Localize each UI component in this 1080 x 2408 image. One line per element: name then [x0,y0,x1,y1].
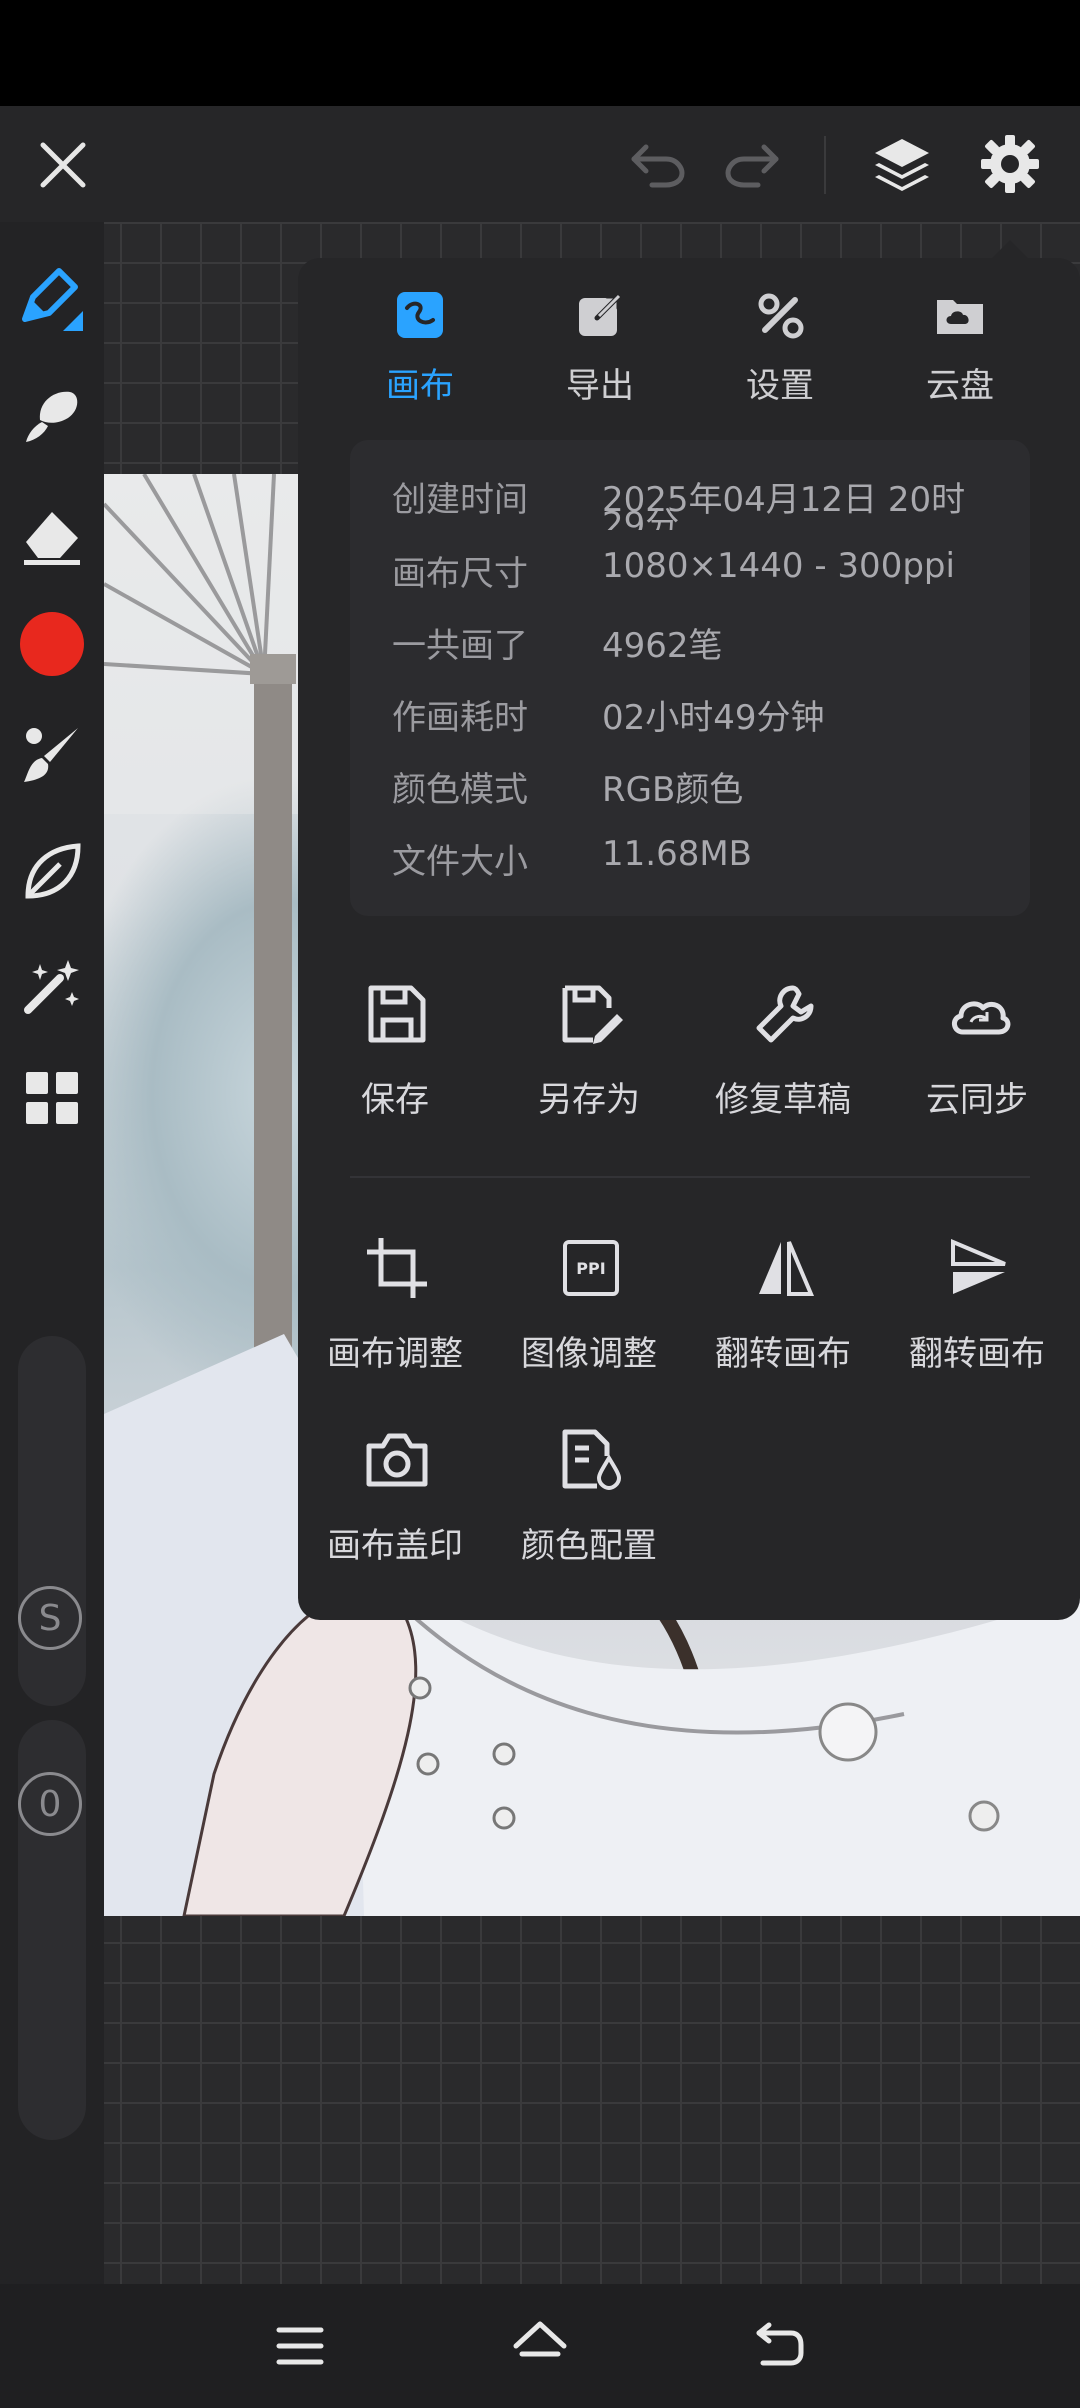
leaf-icon[interactable] [16,836,88,908]
info-key: 作画耗时 [392,698,528,738]
cloud-sync-button[interactable]: 云同步 [882,982,1072,1120]
system-nav-bar [0,2284,1080,2408]
info-value: 4962笔 [602,626,723,666]
brush-size-label: S [38,1597,62,1639]
save-as-icon [559,982,623,1046]
canvas-stamp-button[interactable]: 画布盖印 [300,1428,490,1566]
flip-horizontal-icon [753,1236,817,1300]
menu-divider [350,1176,1030,1178]
flip-canvas-horizontal-button[interactable]: 翻转画布 [688,1236,878,1374]
save-as-button[interactable]: 另存为 [494,982,684,1120]
flip-vertical-label: 翻转画布 [909,1334,1045,1374]
info-key: 画布尺寸 [392,554,528,594]
eraser-icon[interactable] [16,498,88,570]
export-icon [575,290,625,340]
info-value: 02小时49分钟 [602,698,825,738]
tab-settings[interactable]: 设置 [705,290,855,410]
tab-export[interactable]: 导出 [525,290,675,410]
info-key: 颜色模式 [392,770,528,810]
cloud-folder-icon [935,290,985,340]
toolbar-divider [824,136,826,194]
save-button[interactable]: 保存 [300,982,490,1120]
grid-icon[interactable] [16,1062,88,1134]
undo-icon[interactable] [620,134,694,194]
opacity-indicator[interactable]: 0 [18,1772,82,1836]
info-key: 一共画了 [392,626,528,666]
flip-vertical-icon [947,1236,1011,1300]
info-value: 1080×1440 - 300ppi [602,546,955,586]
tab-cloud-drive[interactable]: 云盘 [885,290,1035,410]
brush-size-indicator[interactable]: S [18,1586,82,1650]
gear-icon[interactable] [974,128,1046,200]
tab-export-label: 导出 [566,366,634,406]
close-icon[interactable] [30,132,96,198]
brush-icon[interactable] [16,378,88,450]
cloud-sync-icon [947,982,1011,1046]
menu-icon[interactable] [268,2314,332,2378]
ppi-icon: PPI [559,1236,623,1300]
crop-icon [365,1236,429,1300]
layers-icon[interactable] [866,128,938,200]
tab-canvas[interactable]: 画布 [345,290,495,410]
popup-pointer [990,240,1030,260]
color-config-icon [559,1428,623,1492]
cloud-sync-label: 云同步 [926,1080,1028,1120]
info-value: RGB颜色 [602,770,744,810]
info-key: 创建时间 [392,480,528,520]
paint-brush-icon[interactable] [16,718,88,790]
info-value: 11.68MB [602,834,752,874]
status-bar [0,0,1080,106]
magic-wand-icon[interactable] [16,950,88,1022]
tab-settings-label: 设置 [746,366,814,406]
canvas-icon [395,290,445,340]
tab-canvas-label: 画布 [386,366,454,406]
pen-icon[interactable] [14,262,86,334]
wrench-icon [753,982,817,1046]
color-swatch[interactable] [16,608,88,680]
brush-size-slider[interactable] [18,1336,86,1706]
canvas-adjust-button[interactable]: 画布调整 [300,1236,490,1374]
tab-cloud-drive-label: 云盘 [926,366,994,406]
tools-icon [755,290,805,340]
top-toolbar [0,106,1080,222]
redo-icon[interactable] [716,134,790,194]
flip-canvas-vertical-button[interactable]: 翻转画布 [882,1236,1072,1374]
opacity-label: 0 [38,1783,62,1825]
info-created-overflow: 29分 [602,508,680,530]
home-icon[interactable] [506,2312,574,2380]
camera-icon [365,1428,429,1492]
color-config-label: 颜色配置 [521,1526,657,1566]
image-adjust-button[interactable]: PPI 图像调整 [494,1236,684,1374]
color-config-button[interactable]: 颜色配置 [494,1428,684,1566]
repair-draft-button[interactable]: 修复草稿 [688,982,878,1120]
save-icon [365,982,429,1046]
back-icon[interactable] [748,2312,812,2376]
info-key: 文件大小 [392,842,528,882]
